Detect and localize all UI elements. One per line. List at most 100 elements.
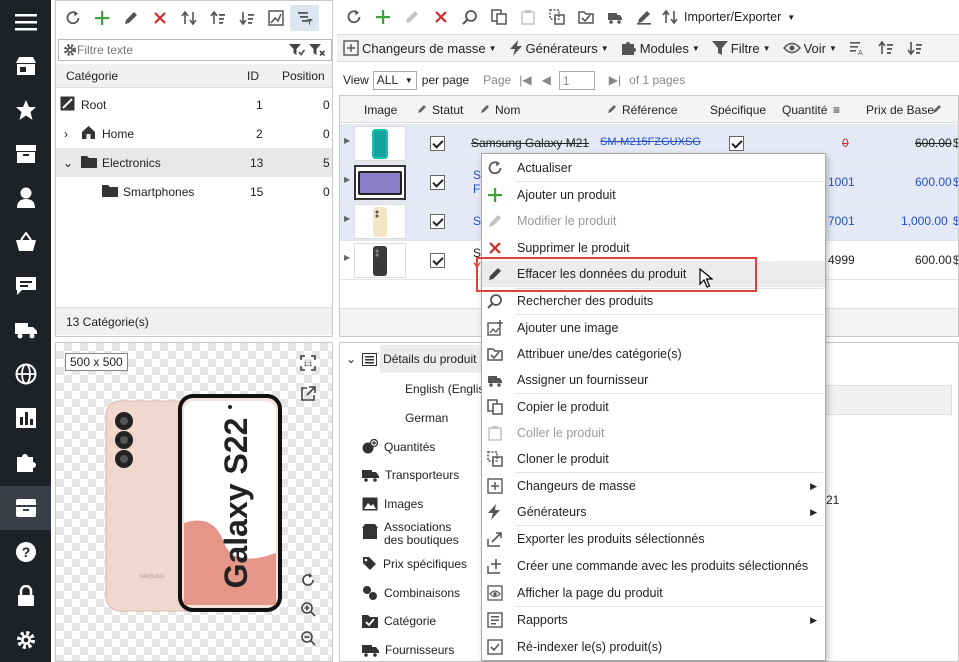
image-col-header[interactable]: Image	[364, 103, 397, 117]
zoom-in-icon[interactable]	[300, 601, 316, 617]
specific-col-header[interactable]: Spécifique	[710, 103, 766, 117]
paste-icon[interactable]	[513, 4, 542, 30]
truck-icon[interactable]	[0, 308, 51, 352]
menu-item-copy-product[interactable]: Copier le produit	[482, 394, 825, 420]
details-node[interactable]: English (Englis	[405, 382, 484, 396]
details-node[interactable]: Transporteurs	[362, 468, 459, 482]
menu-item-reports[interactable]: Rapports ▶	[482, 607, 825, 633]
supplier-icon[interactable]	[600, 4, 629, 30]
filter-tree-icon[interactable]	[290, 5, 319, 31]
category-filter-input[interactable]	[77, 43, 277, 57]
pencil-icon[interactable]	[397, 4, 426, 30]
chevron-right-icon[interactable]: ›	[64, 127, 68, 141]
menu-item-export-selected[interactable]: Exporter les produits sélectionnés	[482, 526, 825, 552]
move-down-icon[interactable]	[232, 5, 261, 31]
move-up-icon[interactable]	[872, 35, 901, 61]
category-row[interactable]: › Home 2 0	[56, 119, 332, 148]
filter-clear-icon[interactable]	[309, 43, 325, 57]
page-input[interactable]: 1	[558, 70, 595, 90]
details-node[interactable]: German	[405, 411, 448, 425]
clone-icon[interactable]	[542, 4, 571, 30]
chart-icon[interactable]	[0, 396, 51, 440]
menu-item-assign-supplier[interactable]: Assigner un fournisseur	[482, 367, 825, 393]
modules-menu[interactable]: Modules ▼	[615, 35, 706, 61]
menu-item-clone-product[interactable]: Cloner le produit	[482, 446, 825, 472]
delete-icon[interactable]	[426, 4, 455, 30]
lock-icon[interactable]	[0, 574, 51, 618]
category-assign-icon[interactable]	[571, 4, 600, 30]
view-select[interactable]: ALL ▼	[372, 70, 417, 90]
filter-menu[interactable]: Filtre ▼	[706, 35, 777, 61]
reference-col-header[interactable]: Référence	[622, 103, 677, 117]
open-external-icon[interactable]	[300, 386, 316, 402]
sort-updown-icon[interactable]	[174, 5, 203, 31]
menu-item-add-image[interactable]: Ajouter une image	[482, 315, 825, 341]
eraser-icon[interactable]	[629, 4, 658, 30]
image-edit-icon[interactable]	[261, 5, 290, 31]
details-node[interactable]: Images	[362, 497, 423, 511]
details-node[interactable]: Prix spécifiques	[362, 556, 467, 571]
category-col-header[interactable]: Catégorie	[66, 69, 118, 83]
menu-item-refresh[interactable]: Actualiser	[482, 155, 825, 181]
rotate-icon[interactable]	[300, 572, 316, 588]
menu-item-generators[interactable]: Générateurs ▶	[482, 499, 825, 525]
chat-icon[interactable]	[0, 264, 51, 308]
refresh-icon[interactable]	[58, 5, 87, 31]
sort-az-icon[interactable]: A	[843, 35, 872, 61]
details-node[interactable]: Associations des boutiques	[362, 521, 472, 547]
menu-item-reindex[interactable]: Ré-indexer le(s) produit(s)	[482, 634, 825, 660]
status-checkbox[interactable]	[430, 214, 445, 229]
category-row[interactable]: Smartphones 15 0	[56, 177, 332, 206]
next-page-icon[interactable]: ▶|	[609, 73, 621, 87]
generators-menu[interactable]: Générateurs ▼	[503, 35, 615, 61]
category-filter[interactable]	[58, 39, 332, 61]
view-menu[interactable]: Voir ▼	[777, 35, 843, 61]
fit-screen-icon[interactable]: 1:1	[300, 355, 316, 371]
menu-item-assign-category[interactable]: Attribuer une/des catégorie(s)	[482, 341, 825, 367]
id-col-header[interactable]: ID	[247, 69, 259, 83]
help-icon[interactable]: ?	[0, 530, 51, 574]
globe-icon[interactable]	[0, 352, 51, 396]
menu-item-paste-product[interactable]: Coller le produit	[482, 420, 825, 446]
details-node[interactable]: Catégorie	[362, 614, 436, 628]
menu-item-mass-changers[interactable]: Changeurs de masse ▶	[482, 473, 825, 499]
add-icon[interactable]	[368, 4, 397, 30]
status-checkbox[interactable]	[430, 175, 445, 190]
chevron-down-icon[interactable]: ⌄	[63, 156, 73, 170]
details-node[interactable]: Fournisseurs	[362, 643, 454, 657]
user-icon[interactable]	[0, 176, 51, 220]
status-checkbox[interactable]	[430, 136, 445, 151]
import-export-menu[interactable]: Importer/Exporter ▼	[658, 4, 799, 30]
star-icon[interactable]	[0, 88, 51, 132]
store-icon[interactable]	[0, 44, 51, 88]
gear-icon[interactable]	[0, 618, 51, 662]
status-checkbox[interactable]	[430, 253, 445, 268]
menu-item-add-product[interactable]: Ajouter un produit	[482, 182, 825, 208]
refresh-icon[interactable]	[339, 4, 368, 30]
puzzle-icon[interactable]	[0, 440, 51, 484]
menu-item-show-product-page[interactable]: Afficher la page du produit	[482, 580, 825, 606]
gear-icon[interactable]	[63, 43, 77, 57]
move-down-icon[interactable]	[901, 35, 930, 61]
archive-icon[interactable]	[0, 486, 51, 530]
filter-check-icon[interactable]	[289, 43, 305, 57]
box-icon[interactable]	[0, 132, 51, 176]
position-col-header[interactable]: Position	[282, 69, 325, 83]
details-node[interactable]: Quantités	[362, 439, 435, 455]
copy-icon[interactable]	[484, 4, 513, 30]
zoom-out-icon[interactable]	[300, 630, 316, 646]
menu-item-create-order[interactable]: Créer une commande avec les produits sél…	[482, 553, 825, 579]
status-col-header[interactable]: Statut	[432, 103, 463, 117]
add-icon[interactable]	[87, 5, 116, 31]
category-row[interactable]: Root 1 0	[56, 90, 332, 119]
details-node[interactable]: ⌄ Détails du produit	[346, 352, 476, 366]
quantity-col-header[interactable]: Quantité	[782, 103, 827, 117]
prev-page-icon[interactable]: ◀	[542, 73, 551, 87]
details-node[interactable]: Combinaisons	[362, 585, 460, 601]
pencil-icon[interactable]	[116, 5, 145, 31]
category-row-selected[interactable]: ⌄ Electronics 13 5	[56, 148, 332, 177]
price-col-header[interactable]: Prix de Base	[866, 103, 934, 117]
menu-icon[interactable]	[0, 0, 51, 44]
name-col-header[interactable]: Nom	[495, 103, 520, 117]
first-page-icon[interactable]: |◀	[519, 73, 531, 87]
